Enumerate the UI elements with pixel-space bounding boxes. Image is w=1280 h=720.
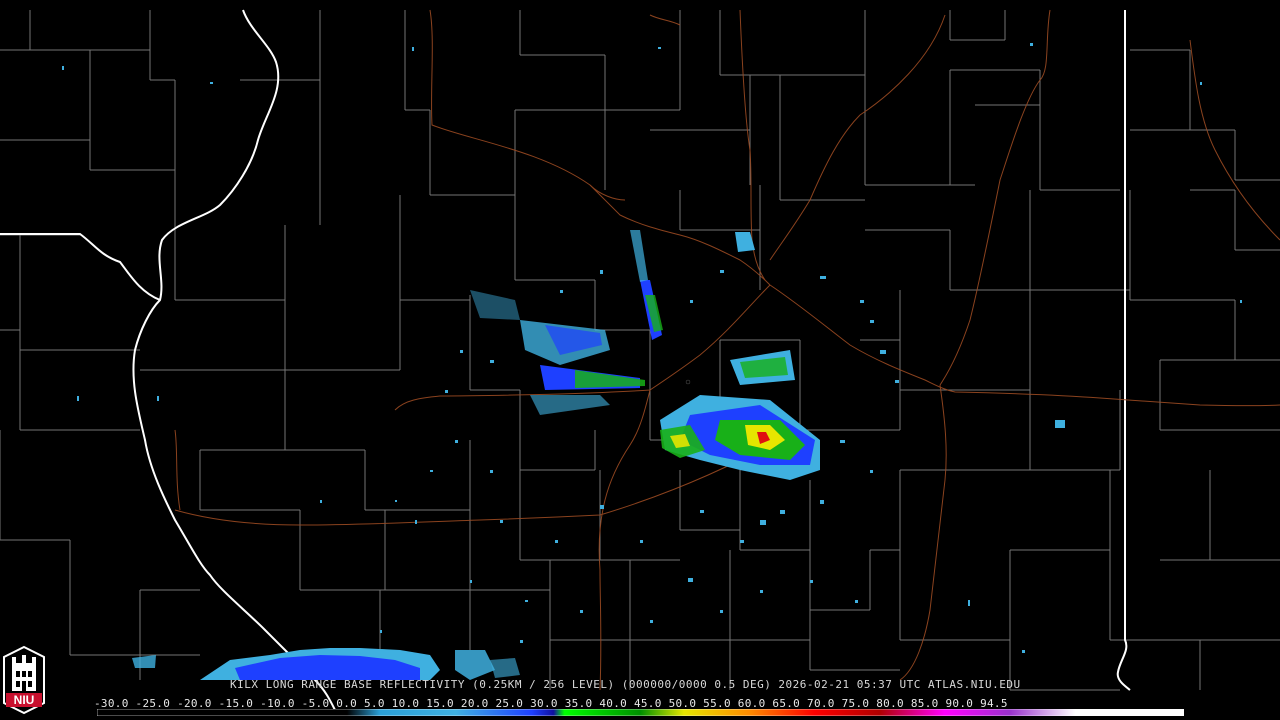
niu-logo: NIU bbox=[3, 645, 45, 715]
product-caption: KILX LONG RANGE BASE REFLECTIVITY (0.25K… bbox=[230, 678, 1021, 691]
reflectivity-colorbar bbox=[97, 709, 1184, 716]
svg-text:NIU: NIU bbox=[14, 693, 35, 707]
radar-map bbox=[0, 0, 1280, 720]
radar-site-marker bbox=[685, 379, 691, 385]
